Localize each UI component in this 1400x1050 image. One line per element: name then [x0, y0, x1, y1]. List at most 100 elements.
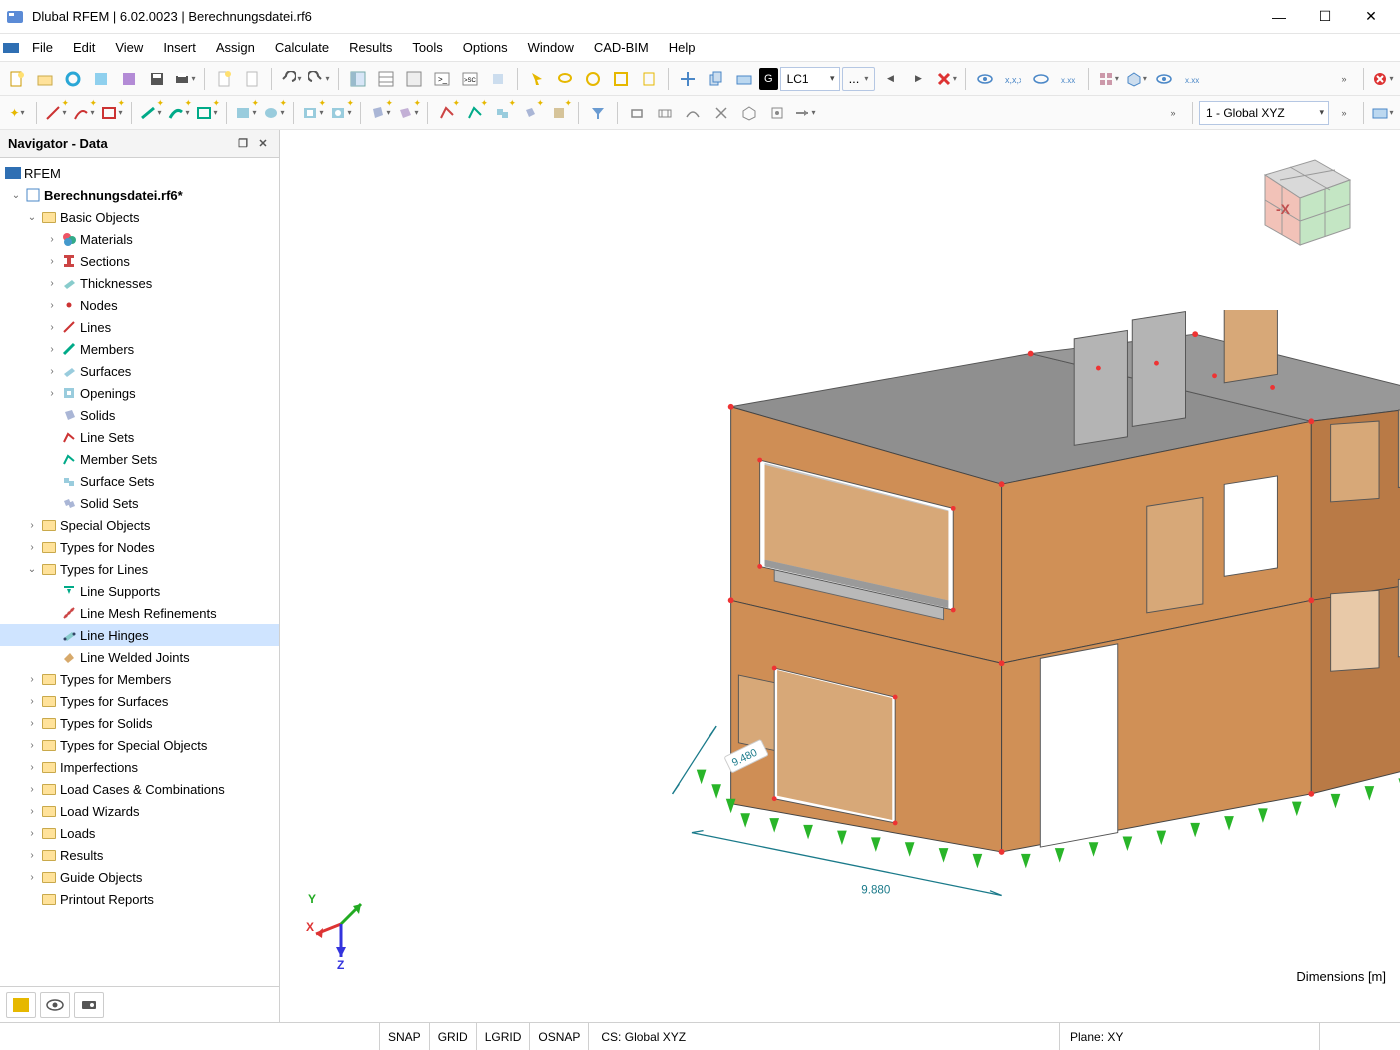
- model-data-icon[interactable]: [88, 66, 114, 92]
- view-c-icon[interactable]: [1028, 66, 1054, 92]
- set-d-icon[interactable]: ✦: [518, 100, 544, 126]
- block-icon[interactable]: [116, 66, 142, 92]
- tree-openings[interactable]: ›Openings: [0, 382, 279, 404]
- tree-line-mesh-refinements[interactable]: Line Mesh Refinements: [0, 602, 279, 624]
- tree-load-wizards[interactable]: ›Load Wizards: [0, 800, 279, 822]
- tree-basic-objects[interactable]: ⌄ Basic Objects: [0, 206, 279, 228]
- expand-icon[interactable]: ›: [44, 234, 60, 245]
- insert-line-a-icon[interactable]: ✦▾: [43, 100, 69, 126]
- select-filter-icon[interactable]: [636, 66, 662, 92]
- tree-types-for-members[interactable]: ›Types for Members: [0, 668, 279, 690]
- panel-icon[interactable]: [401, 66, 427, 92]
- table-toggle-icon[interactable]: [373, 66, 399, 92]
- model-viewport[interactable]: -X: [280, 130, 1400, 1022]
- navigator-tab-views-icon[interactable]: [74, 992, 104, 1018]
- tree-materials[interactable]: ›Materials: [0, 228, 279, 250]
- save-icon[interactable]: [144, 66, 170, 92]
- menu-calculate[interactable]: Calculate: [265, 34, 339, 61]
- support-a-icon[interactable]: [624, 100, 650, 126]
- tree-line-supports[interactable]: Line Supports: [0, 580, 279, 602]
- new-file-icon[interactable]: [4, 66, 30, 92]
- tree-members[interactable]: ›Members: [0, 338, 279, 360]
- loadcase-prev-icon[interactable]: ◀: [877, 66, 903, 92]
- support-g-icon[interactable]: ▾: [792, 100, 818, 126]
- render-mode-icon[interactable]: ▾: [1123, 66, 1149, 92]
- tree-types-for-solids[interactable]: ›Types for Solids: [0, 712, 279, 734]
- menu-results[interactable]: Results: [339, 34, 402, 61]
- navigator-tree[interactable]: RFEM ⌄ Berechnungsdatei.rf6* ⌄ Basic Obj…: [0, 158, 279, 986]
- support-b-icon[interactable]: [652, 100, 678, 126]
- tree-types-for-special[interactable]: ›Types for Special Objects: [0, 734, 279, 756]
- menu-options[interactable]: Options: [453, 34, 518, 61]
- grid-view-icon[interactable]: ▾: [1095, 66, 1121, 92]
- expand-icon[interactable]: ›: [44, 278, 60, 289]
- set-a-icon[interactable]: ✦: [434, 100, 460, 126]
- tree-printout[interactable]: Printout Reports: [0, 888, 279, 910]
- menu-tools[interactable]: Tools: [402, 34, 452, 61]
- print-icon[interactable]: ▾: [172, 66, 198, 92]
- window-minimize-button[interactable]: —: [1256, 1, 1302, 33]
- select-arrow-icon[interactable]: [524, 66, 550, 92]
- navigator-float-icon[interactable]: ❐: [235, 136, 251, 152]
- copy-icon[interactable]: [703, 66, 729, 92]
- support-d-icon[interactable]: [708, 100, 734, 126]
- navigator-tab-data-icon[interactable]: [6, 992, 36, 1018]
- expand-icon[interactable]: ›: [24, 696, 40, 707]
- filter-icon[interactable]: [585, 100, 611, 126]
- status-snap-button[interactable]: SNAP: [380, 1023, 430, 1050]
- workplane-icon[interactable]: [731, 66, 757, 92]
- tree-file[interactable]: ⌄ Berechnungsdatei.rf6*: [0, 184, 279, 206]
- tree-solid-sets[interactable]: Solid Sets: [0, 492, 279, 514]
- status-grid-button[interactable]: GRID: [430, 1023, 477, 1050]
- undo-icon[interactable]: ▾: [278, 66, 304, 92]
- refresh-icon[interactable]: [60, 66, 86, 92]
- select-window-icon[interactable]: [580, 66, 606, 92]
- tree-sections[interactable]: ›Sections: [0, 250, 279, 272]
- expand-icon[interactable]: ›: [24, 784, 40, 795]
- redo-icon[interactable]: ▾: [306, 66, 332, 92]
- loadcase-indicator[interactable]: G: [759, 68, 778, 90]
- tree-surfaces[interactable]: ›Surfaces: [0, 360, 279, 382]
- tree-special-objects[interactable]: ›Special Objects: [0, 514, 279, 536]
- tree-surface-sets[interactable]: Surface Sets: [0, 470, 279, 492]
- insert-member-a-icon[interactable]: ✦▾: [138, 100, 164, 126]
- tree-line-welded-joints[interactable]: Line Welded Joints: [0, 646, 279, 668]
- tree-line-sets[interactable]: Line Sets: [0, 426, 279, 448]
- expand-icon[interactable]: ›: [44, 388, 60, 399]
- window-maximize-button[interactable]: ☐: [1302, 1, 1348, 33]
- status-osnap-button[interactable]: OSNAP: [530, 1023, 589, 1050]
- status-lgrid-button[interactable]: LGRID: [477, 1023, 531, 1050]
- expand-icon[interactable]: ›: [44, 344, 60, 355]
- expand-icon[interactable]: ›: [24, 542, 40, 553]
- tree-lines[interactable]: ›Lines: [0, 316, 279, 338]
- tree-solids[interactable]: Solids: [0, 404, 279, 426]
- loadcase-next-icon[interactable]: ▶: [905, 66, 931, 92]
- menu-view[interactable]: View: [105, 34, 153, 61]
- menu-cadbim[interactable]: CAD-BIM: [584, 34, 659, 61]
- set-e-icon[interactable]: ✦: [546, 100, 572, 126]
- expand-icon[interactable]: ›: [24, 674, 40, 685]
- view-d-icon[interactable]: x.xx: [1056, 66, 1082, 92]
- insert-solid-icon[interactable]: ✦▾: [367, 100, 393, 126]
- new-page-icon[interactable]: [211, 66, 237, 92]
- tree-line-hinges[interactable]: Line Hinges: [0, 624, 279, 646]
- view-eye-icon[interactable]: [1151, 66, 1177, 92]
- menu-window[interactable]: Window: [518, 34, 584, 61]
- view-label-icon[interactable]: x.xx: [1179, 66, 1205, 92]
- insert-member-b-icon[interactable]: ✦▾: [166, 100, 192, 126]
- page-icon[interactable]: [239, 66, 265, 92]
- navigator-close-icon[interactable]: ✕: [255, 136, 271, 152]
- tree-nodes[interactable]: ›Nodes: [0, 294, 279, 316]
- toolbar2-overflow-a-icon[interactable]: »: [1160, 100, 1186, 126]
- loadcase-combo[interactable]: LC1: [780, 67, 840, 91]
- window-close-button[interactable]: ✕: [1348, 1, 1394, 33]
- menu-help[interactable]: Help: [659, 34, 706, 61]
- set-c-icon[interactable]: ✦: [490, 100, 516, 126]
- expand-icon[interactable]: ›: [24, 828, 40, 839]
- menu-insert[interactable]: Insert: [153, 34, 206, 61]
- insert-member-c-icon[interactable]: ✦▾: [194, 100, 220, 126]
- tree-root[interactable]: RFEM: [0, 162, 279, 184]
- menu-assign[interactable]: Assign: [206, 34, 265, 61]
- expand-icon[interactable]: ›: [44, 256, 60, 267]
- expand-icon[interactable]: ›: [24, 872, 40, 883]
